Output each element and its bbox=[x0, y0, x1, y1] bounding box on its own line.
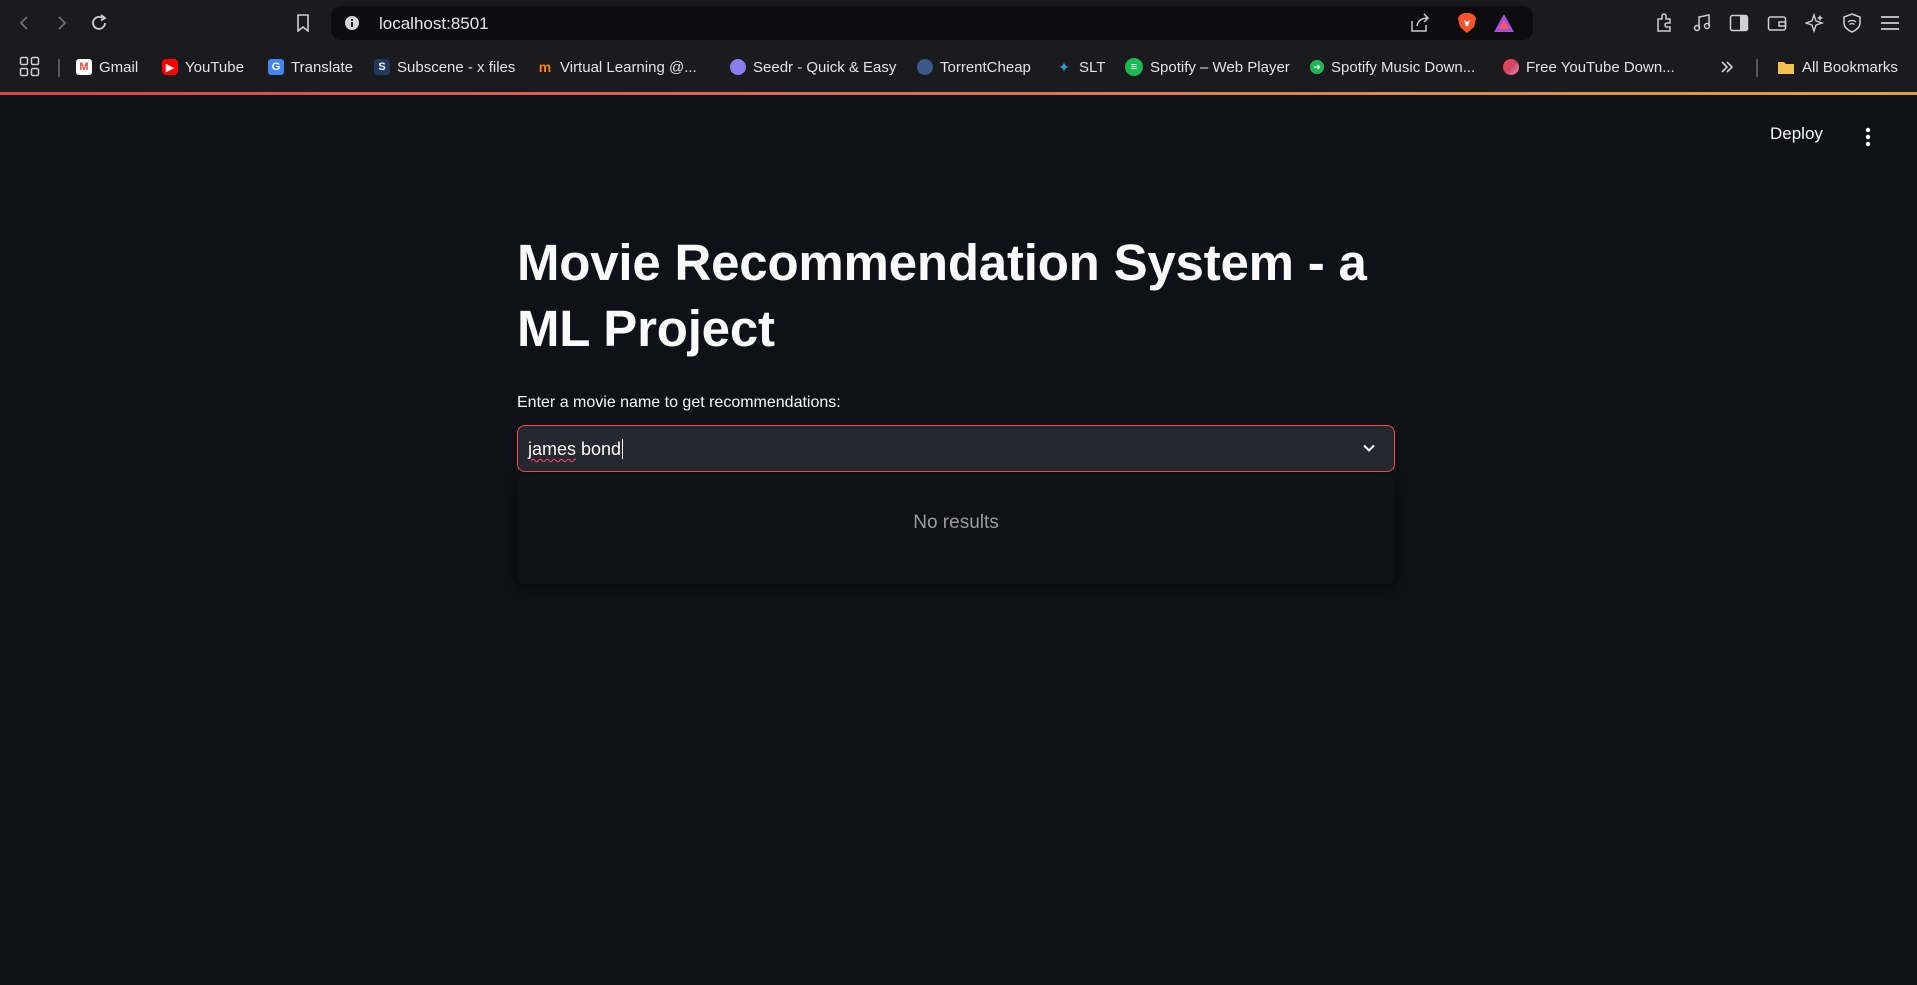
select-label: Enter a movie name to get recommendation… bbox=[517, 394, 841, 411]
bookmark-translate[interactable]: G Translate bbox=[268, 56, 353, 78]
main-menu-icon[interactable] bbox=[1860, 126, 1876, 153]
bookmark-label: YouTube bbox=[185, 58, 244, 76]
app-decoration-line bbox=[0, 92, 1917, 95]
brave-rewards-icon[interactable] bbox=[1493, 13, 1515, 38]
url-text[interactable]: localhost:8501 bbox=[379, 14, 489, 34]
bookmark-label: Translate bbox=[291, 58, 353, 76]
bookmark-youtube[interactable]: ▶ YouTube bbox=[162, 56, 244, 78]
bookmark-label: Gmail bbox=[99, 58, 139, 76]
main-content: Movie Recommendation System - a ML Proje… bbox=[517, 230, 1397, 584]
browser-chrome: localhost:8501 M Gmail ▶ YouTube G Trans… bbox=[0, 0, 1917, 95]
brave-shields-icon[interactable] bbox=[1456, 12, 1478, 39]
address-bar[interactable]: localhost:8501 bbox=[331, 6, 1533, 40]
slt-icon: ✦ bbox=[1058, 58, 1070, 75]
all-bookmarks[interactable]: All Bookmarks bbox=[1777, 56, 1898, 78]
bookmarks-bar: M Gmail ▶ YouTube G Translate S Subscene… bbox=[0, 47, 1917, 87]
sidebar-icon[interactable] bbox=[1727, 11, 1751, 35]
movie-select-input[interactable]: james bond bbox=[517, 425, 1395, 472]
back-icon[interactable] bbox=[12, 11, 36, 35]
bookmarks-divider bbox=[58, 59, 60, 77]
select-input-value[interactable]: james bond bbox=[528, 439, 624, 460]
bookmark-label: TorrentCheap bbox=[940, 58, 1031, 76]
site-info-icon[interactable] bbox=[344, 15, 360, 36]
wallet-icon[interactable] bbox=[1765, 11, 1789, 35]
apps-grid-icon[interactable] bbox=[19, 56, 41, 78]
browser-toolbar: localhost:8501 bbox=[0, 0, 1917, 46]
translate-icon: G bbox=[268, 59, 284, 75]
bookmark-torrentcheap[interactable]: TorrentCheap bbox=[917, 56, 1031, 78]
extensions-icon[interactable] bbox=[1652, 11, 1676, 35]
no-results-message: No results bbox=[913, 512, 999, 533]
subscene-icon: S bbox=[374, 59, 390, 75]
bookmark-slt[interactable]: ✦ SLT bbox=[1056, 56, 1105, 78]
seedr-icon bbox=[730, 59, 746, 75]
youtube-downloader-icon bbox=[1503, 59, 1519, 75]
forward-icon[interactable] bbox=[50, 11, 74, 35]
torrentcheap-icon bbox=[917, 59, 933, 75]
deploy-button[interactable]: Deploy bbox=[1770, 124, 1823, 144]
all-bookmarks-label: All Bookmarks bbox=[1802, 58, 1898, 76]
leo-ai-icon[interactable] bbox=[1803, 11, 1827, 35]
bookmark-label: Virtual Learning @... bbox=[560, 58, 697, 76]
folder-icon bbox=[1778, 61, 1794, 74]
bookmark-spotify-downloader[interactable]: ➜ Spotify Music Down... bbox=[1310, 56, 1475, 78]
bookmark-gmail[interactable]: M Gmail bbox=[76, 56, 138, 78]
select-dropdown: No results bbox=[517, 474, 1395, 584]
bookmark-label: Subscene - x files bbox=[397, 58, 516, 76]
bookmark-seedr[interactable]: Seedr - Quick & Easy bbox=[730, 56, 896, 78]
youtube-icon: ▶ bbox=[162, 59, 178, 75]
media-icon[interactable] bbox=[1690, 11, 1714, 35]
bookmark-label: Free YouTube Down... bbox=[1526, 58, 1675, 76]
bookmarks-divider bbox=[1756, 59, 1758, 77]
bookmark-youtube-downloader[interactable]: Free YouTube Down... bbox=[1503, 56, 1675, 78]
bookmark-label: Spotify Music Down... bbox=[1331, 58, 1476, 76]
browser-menu-icon[interactable] bbox=[1878, 11, 1902, 35]
bookmark-icon[interactable] bbox=[291, 11, 315, 35]
bookmark-subscene[interactable]: S Subscene - x files bbox=[374, 56, 515, 78]
page-title: Movie Recommendation System - a ML Proje… bbox=[517, 234, 1367, 357]
text-cursor bbox=[622, 439, 624, 459]
chevron-down-icon[interactable] bbox=[1361, 440, 1377, 461]
vpn-icon[interactable] bbox=[1840, 11, 1864, 35]
more-bookmarks-icon[interactable] bbox=[1720, 56, 1734, 78]
bookmark-virtual-learning[interactable]: m Virtual Learning @... bbox=[537, 56, 697, 78]
bookmark-label: SLT bbox=[1079, 58, 1106, 76]
reload-icon[interactable] bbox=[87, 11, 111, 35]
gmail-icon: M bbox=[76, 59, 92, 75]
share-icon[interactable] bbox=[1409, 13, 1431, 38]
spotify-icon: ≡ bbox=[1125, 58, 1143, 76]
bookmark-label: Spotify – Web Player bbox=[1150, 58, 1290, 76]
bookmark-spotify[interactable]: ≡ Spotify – Web Player bbox=[1125, 56, 1290, 78]
moodle-icon: m bbox=[538, 59, 552, 75]
bookmark-label: Seedr - Quick & Easy bbox=[753, 58, 897, 76]
spotify-downloader-icon: ➜ bbox=[1310, 60, 1324, 74]
